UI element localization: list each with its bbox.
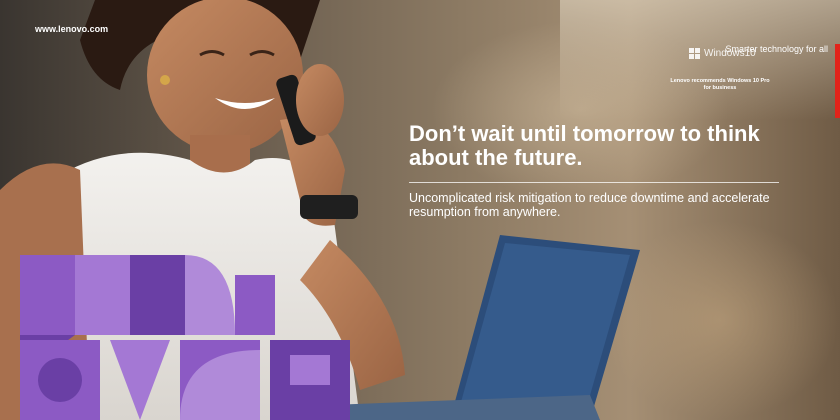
hero-banner: www.lenovo.com Windows10 Lenovo recommen… [0, 0, 840, 420]
laptop-photo [330, 235, 640, 420]
background-blur [430, 20, 730, 200]
headline-divider [409, 182, 779, 183]
windows-logo-icon [689, 48, 700, 59]
headline: Don’t wait until tomorrow to think about… [409, 121, 760, 170]
subheadline: Uncomplicated risk mitigation to reduce … [409, 191, 770, 219]
purple-pattern-graphic [20, 255, 350, 420]
brand-tagline: Smarter technology for all [725, 44, 828, 54]
site-url[interactable]: www.lenovo.com [35, 24, 108, 34]
brand-red-bar [835, 44, 840, 118]
windows-recommendation: Lenovo recommends Windows 10 Pro for bus… [670, 78, 770, 91]
